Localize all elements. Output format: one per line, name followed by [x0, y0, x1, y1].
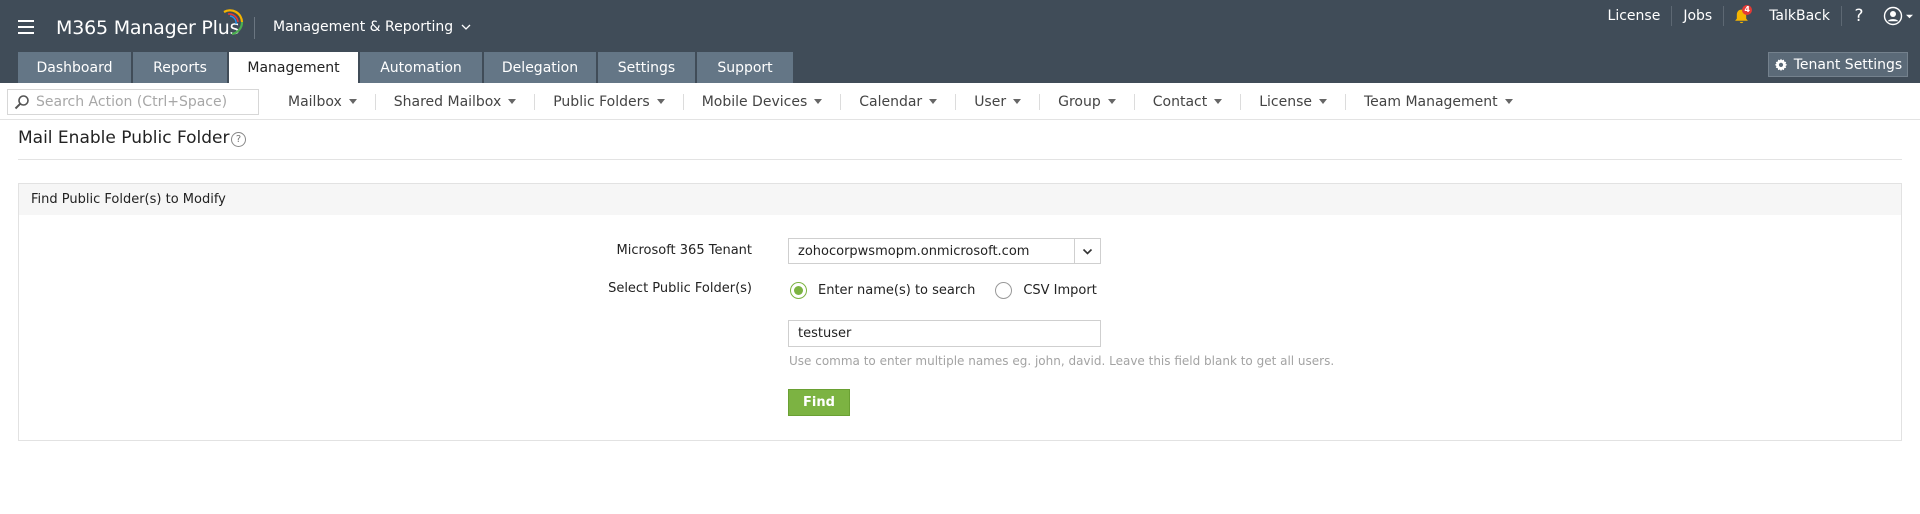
menu-license[interactable]: License — [1241, 94, 1345, 110]
notifications-button[interactable]: 4 — [1724, 0, 1758, 32]
panel-title: Find Public Folder(s) to Modify — [19, 184, 1901, 215]
caret-down-icon — [1214, 99, 1223, 104]
find-button[interactable]: Find — [788, 389, 850, 416]
chevron-down-icon — [1082, 248, 1093, 255]
tab-settings[interactable]: Settings — [598, 52, 695, 83]
tab-support[interactable]: Support — [697, 52, 793, 83]
tenant-value: zohocorpwsmopm.onmicrosoft.com — [798, 243, 1030, 259]
menu-label: User — [974, 93, 1007, 110]
tenant-settings-label: Tenant Settings — [1793, 56, 1903, 73]
find-folders-panel: Find Public Folder(s) to Modify — [18, 183, 1902, 441]
radio-enter-names-label[interactable]: Enter name(s) to search — [818, 283, 975, 298]
menu-label: Team Management — [1363, 93, 1498, 110]
brand-arc-icon — [223, 9, 244, 36]
radio-csv-import[interactable] — [995, 282, 1013, 299]
title-divider — [18, 159, 1902, 160]
tenant-label: Microsoft 365 Tenant — [616, 243, 752, 258]
action-bar: Mailbox Shared Mailbox Public Folders Mo… — [0, 83, 1920, 120]
notification-badge: 4 — [1742, 5, 1753, 15]
tenant-dropdown-button[interactable] — [1074, 239, 1100, 263]
help-circle-icon[interactable]: ? — [231, 132, 246, 147]
top-header: M365 Manager Plus Management & Reporting… — [0, 0, 1920, 83]
tab-management[interactable]: Management — [229, 52, 358, 83]
tab-dashboard[interactable]: Dashboard — [18, 52, 131, 83]
module-tabs: Dashboard Reports Management Automation … — [18, 52, 795, 83]
menu-team-management[interactable]: Team Management — [1346, 94, 1531, 110]
menu-label: Mobile Devices — [701, 93, 808, 110]
folder-selection-options: Enter name(s) to search CSV Import — [790, 282, 1117, 299]
header-actions: License Jobs 4 TalkBack ? — [1597, 0, 1920, 32]
caret-down-icon — [508, 99, 517, 104]
menu-label: Public Folders — [553, 93, 650, 110]
caret-down-icon — [1107, 99, 1116, 104]
section-label: Management & Reporting — [273, 19, 454, 35]
tenant-select[interactable]: zohocorpwsmopm.onmicrosoft.com — [788, 238, 1101, 264]
page-title: Mail Enable Public Folder — [18, 128, 230, 148]
radio-csv-import-label[interactable]: CSV Import — [1023, 283, 1097, 298]
menu-label: Shared Mailbox — [393, 93, 502, 110]
tenant-settings-button[interactable]: Tenant Settings — [1768, 52, 1908, 77]
caret-down-icon — [656, 99, 665, 104]
license-link[interactable]: License — [1597, 8, 1672, 24]
caret-down-icon — [1906, 14, 1913, 18]
caret-down-icon — [1013, 99, 1022, 104]
menu-label: Calendar — [859, 93, 923, 110]
hamburger-menu-icon[interactable] — [18, 20, 34, 34]
menu-calendar[interactable]: Calendar — [841, 94, 955, 110]
menu-user[interactable]: User — [956, 94, 1039, 110]
menu-label: Contact — [1152, 93, 1208, 110]
menu-label: Group — [1058, 93, 1101, 110]
action-menu: Mailbox Shared Mailbox Public Folders Mo… — [270, 83, 1531, 120]
tab-delegation[interactable]: Delegation — [484, 52, 596, 83]
section-dropdown[interactable]: Management & Reporting — [273, 19, 471, 35]
brand-logo[interactable]: M365 Manager Plus — [56, 9, 244, 40]
menu-public-folders[interactable]: Public Folders — [535, 94, 682, 110]
menu-contact[interactable]: Contact — [1135, 94, 1240, 110]
chevron-down-icon — [461, 24, 471, 30]
jobs-link[interactable]: Jobs — [1672, 8, 1723, 24]
names-hint: Use comma to enter multiple names eg. jo… — [789, 354, 1335, 368]
user-menu[interactable] — [1876, 6, 1920, 26]
search-icon — [14, 95, 29, 110]
header-divider — [254, 17, 255, 39]
caret-down-icon — [1504, 99, 1513, 104]
menu-label: License — [1259, 93, 1312, 110]
menu-mailbox[interactable]: Mailbox — [270, 94, 375, 110]
help-icon[interactable]: ? — [1842, 6, 1876, 26]
menu-shared-mailbox[interactable]: Shared Mailbox — [376, 94, 534, 110]
tab-automation[interactable]: Automation — [360, 52, 482, 83]
caret-down-icon — [814, 99, 823, 104]
brand-name: M365 Manager Plus — [56, 17, 240, 39]
menu-group[interactable]: Group — [1040, 94, 1134, 110]
select-folders-label: Select Public Folder(s) — [608, 281, 752, 296]
menu-label: Mailbox — [288, 93, 342, 110]
folder-names-input[interactable] — [788, 320, 1101, 347]
radio-enter-names[interactable] — [790, 282, 807, 299]
talkback-link[interactable]: TalkBack — [1758, 8, 1841, 24]
search-action-box[interactable] — [7, 89, 259, 115]
user-avatar-icon — [1883, 6, 1903, 26]
caret-down-icon — [348, 99, 357, 104]
caret-down-icon — [1318, 99, 1327, 104]
search-action-input[interactable] — [36, 94, 256, 110]
tab-reports[interactable]: Reports — [133, 52, 227, 83]
menu-mobile-devices[interactable]: Mobile Devices — [684, 94, 841, 110]
caret-down-icon — [929, 99, 938, 104]
gear-icon — [1774, 58, 1787, 71]
